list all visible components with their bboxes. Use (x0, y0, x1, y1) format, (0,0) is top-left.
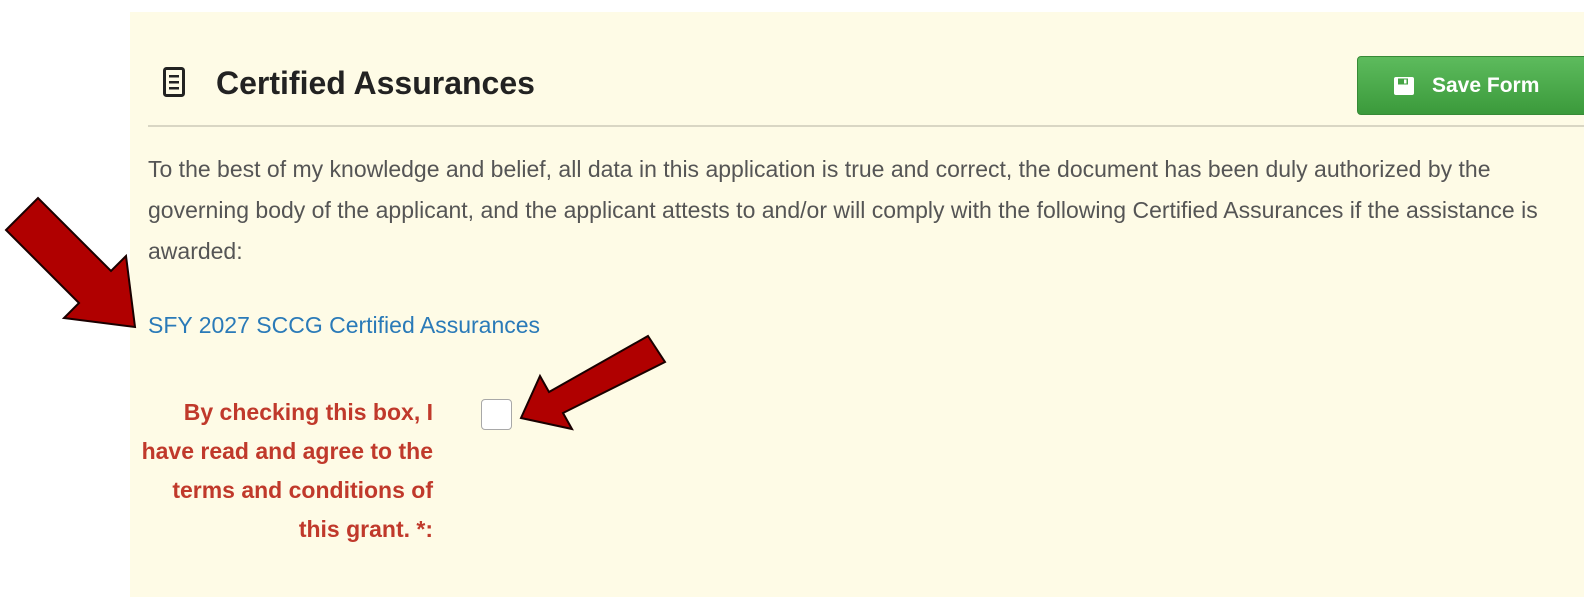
page-title: Certified Assurances (216, 65, 535, 101)
agreement-checkbox[interactable] (481, 399, 512, 430)
save-form-button[interactable]: Save Form (1357, 56, 1584, 115)
agreement-label: By checking this box, I have read and ag… (141, 399, 433, 542)
save-button-label: Save Form (1432, 74, 1540, 97)
floppy-disk-icon (1394, 77, 1414, 95)
intro-text: To the best of my knowledge and belief, … (148, 156, 1538, 264)
certified-assurances-link[interactable]: SFY 2027 SCCG Certified Assurances (148, 310, 540, 340)
document-list-icon (163, 67, 185, 97)
header-divider (148, 125, 1584, 127)
